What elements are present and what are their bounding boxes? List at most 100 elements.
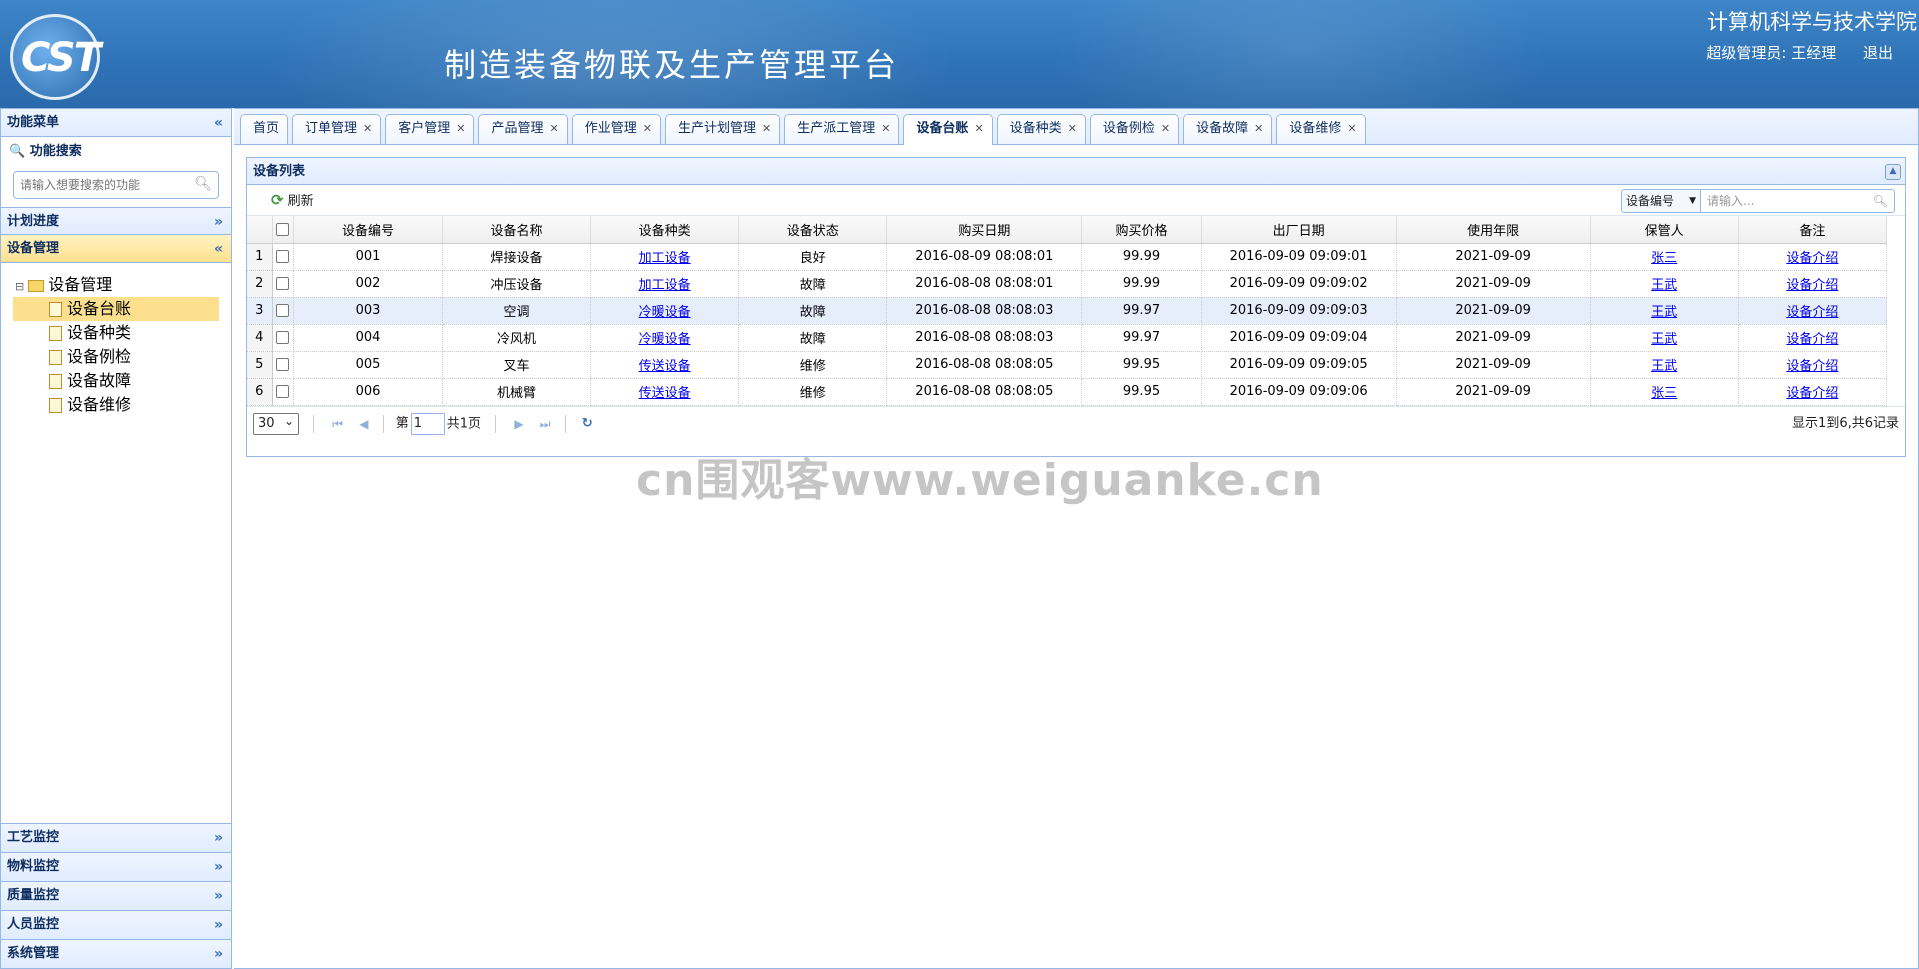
row-checkbox[interactable] <box>276 277 290 290</box>
tab-8[interactable]: 设备种类 ✕ <box>996 114 1086 144</box>
column-header[interactable]: 购买价格 <box>1081 216 1202 244</box>
close-tab-icon[interactable]: ✕ <box>1347 122 1356 135</box>
table-row[interactable]: 1 001 焊接设备 加工设备 良好 2016-08-09 08:08:01 99.99 20… <box>247 243 1888 271</box>
table-row[interactable]: 5 005 叉车 传送设备 维修 2016-08-08 08:08:05 99.95 2016… <box>247 351 1888 379</box>
column-header[interactable]: 设备种类 <box>590 216 740 244</box>
table-cell: 2016-09-09 09:09:04 <box>1201 324 1397 352</box>
collapse-panel-icon[interactable]: ▲ <box>1885 164 1901 180</box>
tab-11[interactable]: 设备维修 ✕ <box>1276 114 1366 144</box>
logout-link[interactable]: 退出 <box>1863 44 1893 62</box>
close-tab-icon[interactable]: ✕ <box>363 122 372 135</box>
page-size-select[interactable]: 30 <box>253 411 299 435</box>
row-checkbox[interactable] <box>276 385 290 398</box>
last-page-icon[interactable]: ⏭ <box>540 407 551 441</box>
menu-personnel-monitor[interactable]: 人员监控 » <box>1 910 231 939</box>
cell-link[interactable]: 冷暖设备 <box>639 305 691 320</box>
search-icon[interactable]: 🔍︎ <box>194 176 212 192</box>
tree-root-equipment[interactable]: ⊟ 设备管理 <box>15 273 231 297</box>
row-checkbox[interactable] <box>276 331 290 344</box>
row-select-cell <box>272 378 295 406</box>
collapse-sidebar-icon[interactable]: « <box>214 109 223 137</box>
select-all-checkbox[interactable] <box>276 222 290 236</box>
cell-link[interactable]: 加工设备 <box>639 251 691 266</box>
tab-10[interactable]: 设备故障 ✕ <box>1183 114 1273 144</box>
cell-link[interactable]: 王武 <box>1651 359 1677 374</box>
refresh-button[interactable]: ⟳ 刷新 <box>271 185 314 217</box>
tab-9[interactable]: 设备例检 ✕ <box>1089 114 1180 144</box>
tree-item-equipment-inspection[interactable]: 设备例检 <box>15 345 231 369</box>
menu-plan-progress[interactable]: 计划进度 » <box>1 207 231 235</box>
tree-collapse-icon[interactable]: ⊟ <box>15 280 24 293</box>
column-header[interactable]: 购买日期 <box>886 216 1083 244</box>
page-number-input[interactable]: 1 <box>410 412 445 435</box>
close-tab-icon[interactable]: ✕ <box>550 122 559 135</box>
close-tab-icon[interactable]: ✕ <box>1068 122 1077 135</box>
cell-link[interactable]: 设备介绍 <box>1786 386 1838 401</box>
close-tab-icon[interactable]: ✕ <box>762 122 771 135</box>
tab-3[interactable]: 产品管理 ✕ <box>478 114 568 144</box>
cell-link[interactable]: 设备介绍 <box>1786 332 1838 347</box>
cell-link[interactable]: 王武 <box>1651 278 1677 293</box>
search-icon[interactable]: 🔍︎ <box>1873 190 1888 212</box>
menu-process-monitor[interactable]: 工艺监控 » <box>1 823 231 852</box>
table-row[interactable]: 3 003 空调 冷暖设备 故障 2016-08-08 08:08:03 99.97 2016… <box>247 297 1888 325</box>
close-tab-icon[interactable]: ✕ <box>974 122 983 135</box>
tree-item-equipment-ledger[interactable]: 设备台账 <box>13 297 219 321</box>
column-header[interactable]: 出厂日期 <box>1201 216 1397 244</box>
cell-link[interactable]: 加工设备 <box>639 278 691 293</box>
cell-link[interactable]: 设备介绍 <box>1786 251 1838 266</box>
cell-link[interactable]: 张三 <box>1651 251 1677 266</box>
cell-link[interactable]: 设备介绍 <box>1786 359 1838 374</box>
close-tab-icon[interactable]: ✕ <box>1161 122 1170 135</box>
cell-link[interactable]: 王武 <box>1651 332 1677 347</box>
cell-link[interactable]: 设备介绍 <box>1786 305 1838 320</box>
tab-5[interactable]: 生产计划管理 ✕ <box>664 114 781 144</box>
tab-1[interactable]: 订单管理 ✕ <box>292 114 382 144</box>
menu-material-monitor[interactable]: 物料监控 » <box>1 852 231 881</box>
cell-link[interactable]: 王武 <box>1651 305 1677 320</box>
menu-system-management[interactable]: 系统管理 » <box>1 939 231 968</box>
close-tab-icon[interactable]: ✕ <box>1254 122 1263 135</box>
column-header[interactable]: 设备编号 <box>293 216 443 244</box>
tab-0[interactable]: 首页 <box>240 114 289 144</box>
tree-item-equipment-repair[interactable]: 设备维修 <box>15 393 231 417</box>
pager-info: 显示1到6,共6记录 <box>1792 415 1899 431</box>
cell-link[interactable]: 设备介绍 <box>1786 278 1838 293</box>
first-page-icon[interactable]: ⏮ <box>332 407 343 441</box>
tab-4[interactable]: 作业管理 ✕ <box>571 114 661 144</box>
close-tab-icon[interactable]: ✕ <box>456 122 465 135</box>
tree-item-equipment-type[interactable]: 设备种类 <box>15 321 231 345</box>
table-row[interactable]: 4 004 冷风机 冷暖设备 故障 2016-08-08 08:08:03 99.97 201… <box>247 324 1888 352</box>
column-header[interactable]: 保管人 <box>1590 216 1739 244</box>
column-header[interactable]: 备注 <box>1738 216 1888 244</box>
function-search-input[interactable] <box>20 173 190 197</box>
menu-quality-monitor[interactable]: 质量监控 » <box>1 881 231 910</box>
tab-2[interactable]: 客户管理 ✕ <box>385 114 475 144</box>
close-tab-icon[interactable]: ✕ <box>643 122 652 135</box>
menu-equipment-management[interactable]: 设备管理 « <box>1 235 231 263</box>
row-checkbox[interactable] <box>276 358 290 371</box>
cell-link[interactable]: 冷暖设备 <box>639 332 691 347</box>
row-checkbox[interactable] <box>276 304 290 317</box>
grid-search-input[interactable]: 请输入... 🔍︎ <box>1701 189 1895 213</box>
tab-6[interactable]: 生产派工管理 ✕ <box>784 114 900 144</box>
close-tab-icon[interactable]: ✕ <box>881 122 890 135</box>
prev-page-icon[interactable]: ◀ <box>359 407 368 441</box>
column-header[interactable]: 设备状态 <box>738 216 888 244</box>
pager-refresh-icon[interactable]: ↻ <box>582 407 593 441</box>
cell-link[interactable]: 传送设备 <box>639 386 691 401</box>
tree-item-equipment-fault[interactable]: 设备故障 <box>15 369 231 393</box>
table-row[interactable]: 6 006 机械臂 传送设备 维修 2016-08-08 08:08:05 99.95 201… <box>247 378 1888 406</box>
row-checkbox[interactable] <box>276 250 290 263</box>
tab-label: 订单管理 <box>305 121 358 136</box>
column-header[interactable]: 使用年限 <box>1396 216 1591 244</box>
table-cell: 冷暖设备 <box>590 297 740 325</box>
next-page-icon[interactable]: ▶ <box>514 407 523 441</box>
column-header[interactable]: 设备名称 <box>442 216 592 244</box>
tab-7[interactable]: 设备台账 ✕ <box>903 114 993 145</box>
table-row[interactable]: 2 002 冲压设备 加工设备 故障 2016-08-08 08:08:01 99.99 20… <box>247 270 1888 298</box>
table-cell: 张三 <box>1590 243 1739 271</box>
cell-link[interactable]: 张三 <box>1651 386 1677 401</box>
cell-link[interactable]: 传送设备 <box>639 359 691 374</box>
search-field-select[interactable]: 设备编号 <box>1621 189 1701 213</box>
